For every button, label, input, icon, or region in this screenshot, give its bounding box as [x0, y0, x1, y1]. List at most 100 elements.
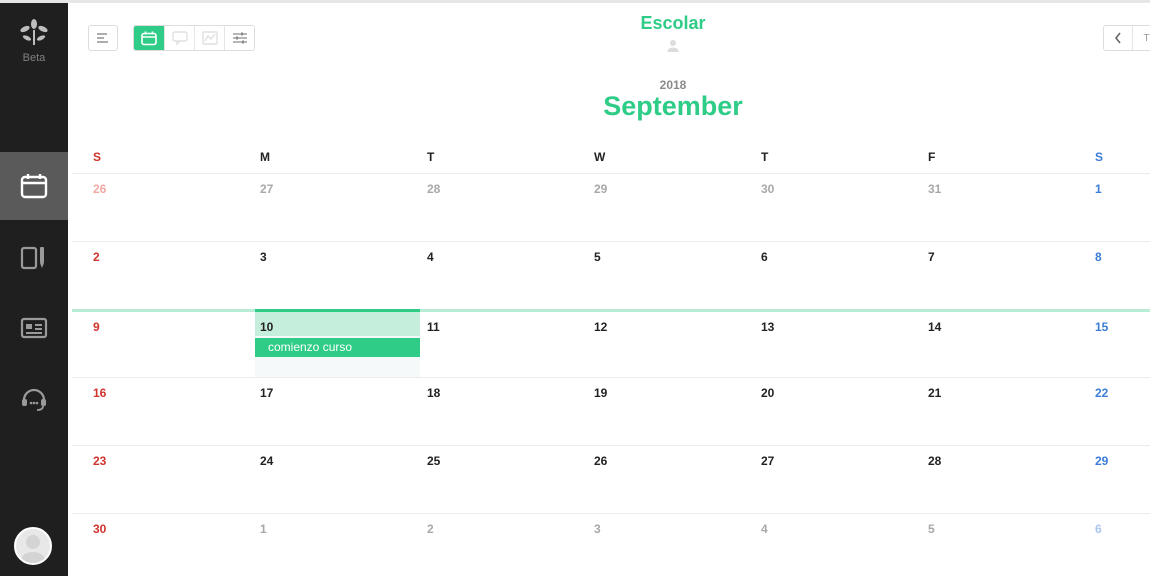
weekday-header: S M T W T F S — [72, 150, 1150, 166]
view-calendar-button[interactable] — [134, 26, 164, 50]
event-chip[interactable]: comienzo curso — [255, 338, 420, 357]
menu-button[interactable] — [88, 25, 118, 51]
day-cell[interactable]: 12 — [573, 312, 740, 377]
day-cell[interactable]: 23 — [72, 446, 239, 513]
plant-logo-icon — [20, 19, 48, 45]
day-cell[interactable]: 8 — [1074, 242, 1150, 309]
day-number: 13 — [761, 320, 775, 334]
day-cell[interactable]: 28 — [406, 174, 573, 241]
day-cell[interactable]: 27 — [239, 174, 406, 241]
weekday-fri: F — [928, 150, 936, 164]
day-cell[interactable]: 13 — [740, 312, 907, 377]
day-number: 5 — [594, 250, 601, 264]
day-cell[interactable]: 11 — [406, 312, 573, 377]
month-navigation: T — [1103, 25, 1150, 51]
day-cell[interactable]: 3 — [239, 242, 406, 309]
day-number: 22 — [1095, 386, 1109, 400]
day-number: 11 — [427, 320, 440, 334]
day-number: 21 — [928, 386, 942, 400]
day-cell[interactable]: 29 — [573, 174, 740, 241]
view-chat-button[interactable] — [164, 26, 194, 50]
week-row: 30 1 2 3 4 5 6 — [72, 513, 1150, 581]
weekday-sun: S — [93, 150, 102, 164]
weekday-thu: T — [761, 150, 769, 164]
user-avatar[interactable] — [14, 527, 52, 565]
day-cell[interactable]: 3 — [573, 514, 740, 581]
calendar-year: 2018 — [659, 78, 687, 92]
user-icon — [667, 40, 679, 52]
day-cell[interactable]: 29 — [1074, 446, 1150, 513]
day-cell[interactable]: 27 — [740, 446, 907, 513]
day-number: 15 — [1095, 320, 1109, 334]
day-number: 12 — [594, 320, 608, 334]
day-cell[interactable]: 21 — [907, 378, 1074, 445]
view-switcher — [133, 25, 255, 51]
next-month-button[interactable]: T — [1132, 26, 1150, 50]
day-cell[interactable]: 22 — [1074, 378, 1150, 445]
day-number: 1 — [260, 522, 267, 536]
day-number: 24 — [260, 454, 274, 468]
sidebar-item-support[interactable] — [0, 364, 68, 432]
tasks-icon — [20, 246, 44, 270]
chat-icon — [171, 31, 188, 45]
user-placeholder-icon — [21, 535, 45, 563]
day-cell[interactable]: 28 — [907, 446, 1074, 513]
day-cell[interactable]: 1 — [239, 514, 406, 581]
app-title: Escolar — [640, 13, 706, 33]
weekday-mon: M — [260, 150, 270, 164]
day-cell[interactable]: 6 — [740, 242, 907, 309]
day-cell[interactable]: 25 — [406, 446, 573, 513]
day-number: 18 — [427, 386, 441, 400]
day-cell[interactable]: 18 — [406, 378, 573, 445]
day-number: 5 — [928, 522, 935, 536]
day-cell[interactable]: 30 — [72, 514, 239, 581]
day-number: 17 — [260, 386, 274, 400]
day-cell[interactable]: 20 — [740, 378, 907, 445]
day-number: 1 — [1095, 182, 1102, 196]
align-left-icon — [97, 33, 108, 43]
day-cell[interactable]: 2 — [72, 242, 239, 309]
day-number: 26 — [93, 182, 107, 196]
day-number: 31 — [928, 182, 942, 196]
day-cell[interactable]: 16 — [72, 378, 239, 445]
sidebar-item-calendar[interactable] — [0, 152, 68, 220]
day-cell[interactable]: 26 — [72, 174, 239, 241]
day-cell[interactable]: 31 — [907, 174, 1074, 241]
calendar-icon — [20, 174, 48, 199]
day-cell[interactable]: 5 — [907, 514, 1074, 581]
day-cell[interactable]: 15 — [1074, 312, 1150, 377]
day-cell[interactable]: 4 — [406, 242, 573, 309]
day-cell[interactable]: 5 — [573, 242, 740, 309]
day-cell[interactable]: 7 — [907, 242, 1074, 309]
day-cell[interactable]: 6 — [1074, 514, 1150, 581]
current-week-row: 9 10 comienzo curso 11 12 13 14 15 — [72, 309, 1150, 377]
day-number: 2 — [427, 522, 434, 536]
calendar-grid: 26 27 28 29 30 31 1 2 3 4 5 6 7 8 9 10 c… — [72, 173, 1150, 576]
day-cell[interactable]: 2 — [406, 514, 573, 581]
calendar-month: September — [603, 91, 743, 121]
day-cell[interactable]: 1 — [1074, 174, 1150, 241]
today-cell[interactable]: 10 comienzo curso — [255, 309, 420, 377]
day-cell[interactable]: 9 — [72, 312, 239, 377]
day-cell[interactable]: 14 — [907, 312, 1074, 377]
day-cell[interactable]: 4 — [740, 514, 907, 581]
day-cell[interactable]: 24 — [239, 446, 406, 513]
day-cell[interactable]: 19 — [573, 378, 740, 445]
day-number: 16 — [93, 386, 107, 400]
view-settings-button[interactable] — [224, 26, 254, 50]
day-cell[interactable]: 17 — [239, 378, 406, 445]
sliders-icon — [232, 32, 247, 44]
board-icon — [20, 317, 48, 339]
day-number: 7 — [928, 250, 935, 264]
day-number: 27 — [260, 182, 274, 196]
day-number: 3 — [594, 522, 601, 536]
prev-month-button[interactable] — [1104, 26, 1132, 50]
day-number: 14 — [928, 320, 942, 334]
day-cell[interactable]: 30 — [740, 174, 907, 241]
sidebar-item-tasks[interactable] — [0, 224, 68, 292]
view-chart-button[interactable] — [194, 26, 224, 50]
day-number: 27 — [761, 454, 775, 468]
sidebar-item-board[interactable] — [0, 294, 68, 362]
day-cell[interactable]: 26 — [573, 446, 740, 513]
day-number: 19 — [594, 386, 608, 400]
